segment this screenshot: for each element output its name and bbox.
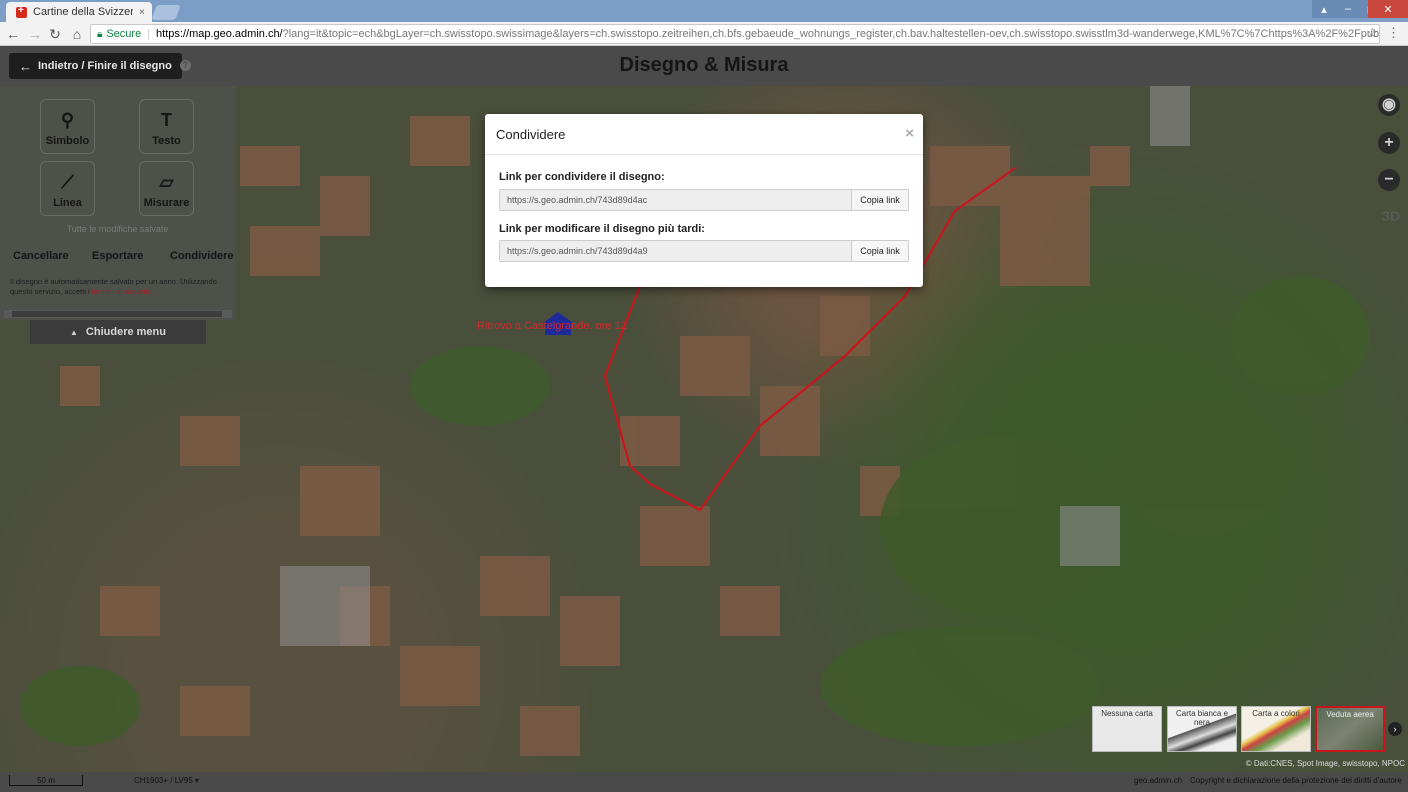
tool-text-label: Testo xyxy=(152,135,181,147)
terms-link[interactable]: termini di servizio. xyxy=(92,287,152,296)
bookmark-star-icon[interactable]: ☆ xyxy=(1366,25,1378,41)
url-input[interactable]: 🔒︎ Secure | https://map.geo.admin.ch/ ?l… xyxy=(90,24,1380,44)
share-dialog: Condividere × Link per condividere il di… xyxy=(485,114,923,287)
bg-color-label: Carta a colori xyxy=(1252,709,1300,718)
tab-close-icon[interactable]: × xyxy=(139,7,145,18)
crs-label: CH1903+ / LV95 xyxy=(134,776,193,785)
panel-scrollbar[interactable] xyxy=(4,310,232,318)
dialog-close-icon[interactable]: × xyxy=(905,125,914,142)
edit-link-row: Copia link xyxy=(499,240,909,262)
bg-none-label: Nessuna carta xyxy=(1101,709,1153,718)
ruler-icon: ▱ xyxy=(159,172,174,192)
forward-arrow-icon[interactable]: → xyxy=(26,25,44,43)
user-icon[interactable]: ▴ xyxy=(1312,0,1336,18)
copy-edit-link-button[interactable]: Copia link xyxy=(851,241,908,261)
caret-up-icon: ▲ xyxy=(70,327,78,337)
footer-host-link[interactable]: geo.admin.ch xyxy=(1134,776,1182,785)
bg-greyscale-label: Carta bianca e nera xyxy=(1175,709,1229,727)
bg-none-button[interactable]: Nessuna carta xyxy=(1092,706,1162,752)
data-attribution: © Dati:CNES, Spot Image, swisstopo, NPOC xyxy=(1245,759,1405,768)
tab-title: Cartine della Svizzera - G xyxy=(33,6,133,18)
browser-tab[interactable]: Cartine della Svizzera - G × xyxy=(6,2,152,22)
share-link-label: Link per condividere il disegno: xyxy=(499,171,665,183)
tool-measure-label: Misurare xyxy=(143,197,190,209)
scale-bar: 50 m xyxy=(9,775,83,786)
map-text-label[interactable]: Ritrovo a Castelgrande, ore 12 xyxy=(477,320,627,332)
bg-aerial-label: Veduta aerea xyxy=(1326,710,1374,719)
share-dialog-title: Condividere xyxy=(496,127,566,142)
geolocate-icon[interactable]: ◉ xyxy=(1378,94,1400,116)
bg-greyscale-button[interactable]: Carta bianca e nera xyxy=(1167,706,1237,752)
minimize-icon[interactable]: – xyxy=(1336,0,1360,18)
url-query: ?lang=it&topic=ech&bgLayer=ch.swisstopo.… xyxy=(282,28,1380,40)
disclaimer-text: Il disegno è automaticamente salvato per… xyxy=(10,277,228,297)
line-icon: ⟋ xyxy=(61,172,74,192)
tool-line-label: Linea xyxy=(53,197,82,209)
bg-aerial-button[interactable]: Veduta aerea xyxy=(1315,706,1385,752)
tool-line-button[interactable]: ⟋ Linea xyxy=(40,161,95,216)
lock-icon: 🔒︎ xyxy=(97,28,103,40)
window-close-icon[interactable]: ✕ xyxy=(1368,0,1408,18)
share-link-row: Copia link xyxy=(499,189,909,211)
export-button[interactable]: Esportare xyxy=(92,250,143,262)
delete-button[interactable]: Cancellare xyxy=(13,250,69,262)
chevron-right-icon[interactable]: › xyxy=(1388,722,1402,736)
secure-label: Secure xyxy=(106,28,142,40)
edit-link-input[interactable] xyxy=(500,241,851,261)
app-header: ← Indietro / Finire il disegno ? Disegno… xyxy=(0,46,1408,86)
drawing-panel: ⚲ Simbolo T Testo ⟋ Linea ▱ Misurare Tut… xyxy=(0,86,235,320)
close-menu-label: Chiudere menu xyxy=(85,326,166,338)
tool-text-button[interactable]: T Testo xyxy=(139,99,194,154)
tool-symbol-button[interactable]: ⚲ Simbolo xyxy=(40,99,95,154)
panel-scrollbar-thumb[interactable] xyxy=(12,311,222,317)
tool-measure-button[interactable]: ▱ Misurare xyxy=(139,161,194,216)
copyright-link[interactable]: Copyright e dichiarazione della protezio… xyxy=(1190,776,1402,785)
address-bar: ← → ↻ ⌂ 🔒︎ Secure | https://map.geo.admi… xyxy=(0,22,1408,46)
swiss-flag-icon xyxy=(16,5,27,18)
back-arrow-icon[interactable]: ← xyxy=(4,25,22,43)
edit-link-label: Link per modificare il disegno più tardi… xyxy=(499,223,705,235)
map-pin-icon: ⚲ xyxy=(60,110,75,130)
zoom-in-icon[interactable]: + xyxy=(1378,132,1400,154)
share-button[interactable]: Condividere xyxy=(170,250,234,262)
new-tab-button[interactable] xyxy=(151,5,181,20)
saved-status: Tutte le modifiche salvate xyxy=(66,224,169,234)
zoom-out-icon[interactable]: − xyxy=(1378,169,1400,191)
url-host: https://map.geo.admin.ch/ xyxy=(156,28,283,40)
3d-toggle-button[interactable]: 3D xyxy=(1382,208,1400,224)
close-menu-button[interactable]: ▲ Chiudere menu xyxy=(30,320,206,344)
tool-symbol-label: Simbolo xyxy=(45,135,90,147)
browser-tabbar: Cartine della Svizzera - G × ▴ – ▢ ✕ xyxy=(0,0,1408,22)
footer-bar: 50 m CH1903+ / LV95 ▾ geo.admin.ch Copyr… xyxy=(0,772,1408,792)
background-selector: Nessuna carta Carta bianca e nera Carta … xyxy=(1090,706,1408,756)
copy-share-link-button[interactable]: Copia link xyxy=(851,190,908,210)
browser-menu-icon[interactable]: ⋮ xyxy=(1387,25,1400,41)
text-icon: T xyxy=(161,110,172,130)
page-title: Disegno & Misura xyxy=(619,54,789,76)
url-separator: | xyxy=(147,28,151,40)
bg-color-button[interactable]: Carta a colori xyxy=(1241,706,1311,752)
reload-icon[interactable]: ↻ xyxy=(46,25,64,43)
share-dialog-header: Condividere × xyxy=(485,114,923,155)
share-link-input[interactable] xyxy=(500,190,851,210)
home-icon[interactable]: ⌂ xyxy=(68,25,86,43)
chevron-down-icon: ▾ xyxy=(195,776,200,785)
crs-select[interactable]: CH1903+ / LV95 ▾ xyxy=(134,776,199,785)
drawing-actions: Cancellare Esportare Condividere xyxy=(0,250,235,266)
